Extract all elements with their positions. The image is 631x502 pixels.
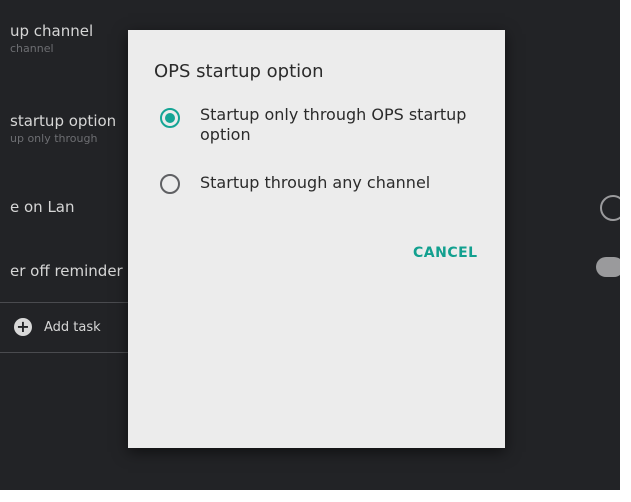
radio-unselected-icon[interactable] <box>160 174 180 194</box>
option-label: Startup through any channel <box>200 173 431 192</box>
option-ops-only[interactable]: Startup only through OPS startup option <box>160 105 470 145</box>
add-task-label: Add task <box>44 319 101 335</box>
setting-subtitle: channel <box>10 42 54 55</box>
settings-screen: up channel channel startup option up onl… <box>0 0 620 490</box>
option-label: Startup only through OPS startup option <box>200 105 467 144</box>
setting-startup-channel[interactable]: up channel channel <box>10 22 93 56</box>
add-task-button[interactable]: + Add task <box>14 318 101 336</box>
setting-power-off-reminder[interactable]: er off reminder <box>10 262 123 280</box>
setting-title: up channel <box>10 22 94 40</box>
divider <box>0 352 128 353</box>
setting-title: startup option <box>10 112 117 130</box>
dialog-title: OPS startup option <box>154 61 324 82</box>
setting-ops-startup-option[interactable]: startup option up only through <box>10 112 116 146</box>
setting-subtitle: up only through <box>10 132 98 145</box>
setting-title: e on Lan <box>10 198 75 216</box>
divider <box>0 302 128 303</box>
cancel-button[interactable]: CANCEL <box>413 245 478 261</box>
power-off-reminder-toggle[interactable] <box>596 257 620 277</box>
option-any-channel[interactable]: Startup through any channel <box>160 171 470 194</box>
ops-startup-option-dialog: OPS startup option Startup only through … <box>128 30 505 448</box>
radio-selected-icon[interactable] <box>160 108 180 128</box>
wake-on-lan-toggle[interactable] <box>600 195 620 221</box>
setting-title: er off reminder <box>10 262 123 280</box>
add-icon: + <box>14 318 32 336</box>
setting-wake-on-lan[interactable]: e on Lan <box>10 198 75 216</box>
